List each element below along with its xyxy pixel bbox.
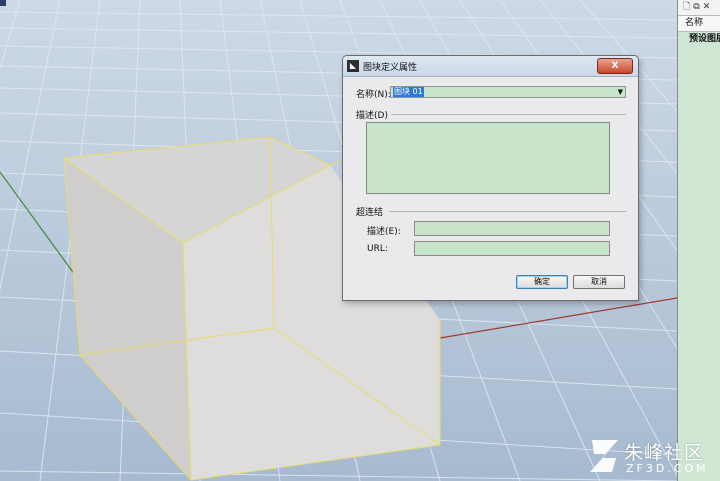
block-definition-properties-dialog: ◣ 图块定义属性 X 名称(N): 图块 01 ▼ 描述(D) 超连结 描述(E… — [342, 55, 639, 301]
panel-toolbar: 🗋 ⧉ ✕ — [678, 0, 720, 16]
ok-button[interactable]: 确定 — [516, 275, 568, 289]
chevron-down-icon[interactable]: ▼ — [618, 87, 623, 97]
name-value: 图块 01 — [393, 87, 424, 97]
link-description-input[interactable] — [414, 221, 610, 236]
watermark-site: ZF3D.COM — [626, 462, 709, 475]
dialog-title: 图块定义属性 — [363, 63, 418, 73]
description-textarea[interactable] — [366, 122, 610, 194]
layer-panel: 🗋 ⧉ ✕ 名称 预设图层 — [677, 0, 720, 481]
viewport-corner-marker — [0, 0, 6, 6]
zf-logo-icon — [590, 440, 618, 472]
dialog-titlebar[interactable]: ◣ 图块定义属性 X — [343, 56, 638, 77]
url-input[interactable] — [414, 241, 610, 256]
description-group-divider — [391, 114, 626, 115]
app-logo-icon: ◣ — [347, 60, 359, 72]
watermark: 朱峰社区 ZF3D.COM — [588, 436, 718, 480]
cancel-button[interactable]: 取消 — [573, 275, 625, 289]
hyperlink-group-label: 超连结 — [356, 208, 384, 218]
name-combobox[interactable]: 图块 01 ▼ — [390, 86, 626, 98]
name-label: 名称(N): — [356, 90, 391, 100]
close-icon[interactable]: ✕ — [703, 3, 711, 12]
panel-column-header[interactable]: 名称 — [678, 16, 720, 32]
description-group-label: 描述(D) — [356, 111, 388, 121]
copy-icon[interactable]: ⧉ — [693, 3, 699, 12]
hyperlink-group-divider — [389, 211, 626, 212]
new-document-icon[interactable]: 🗋 — [683, 3, 690, 12]
tree-item-default-layer[interactable]: 预设图层 — [678, 32, 720, 46]
url-label: URL: — [367, 244, 388, 254]
close-button[interactable]: X — [597, 58, 633, 74]
link-description-label: 描述(E): — [367, 227, 401, 237]
watermark-title: 朱峰社区 — [624, 442, 705, 464]
